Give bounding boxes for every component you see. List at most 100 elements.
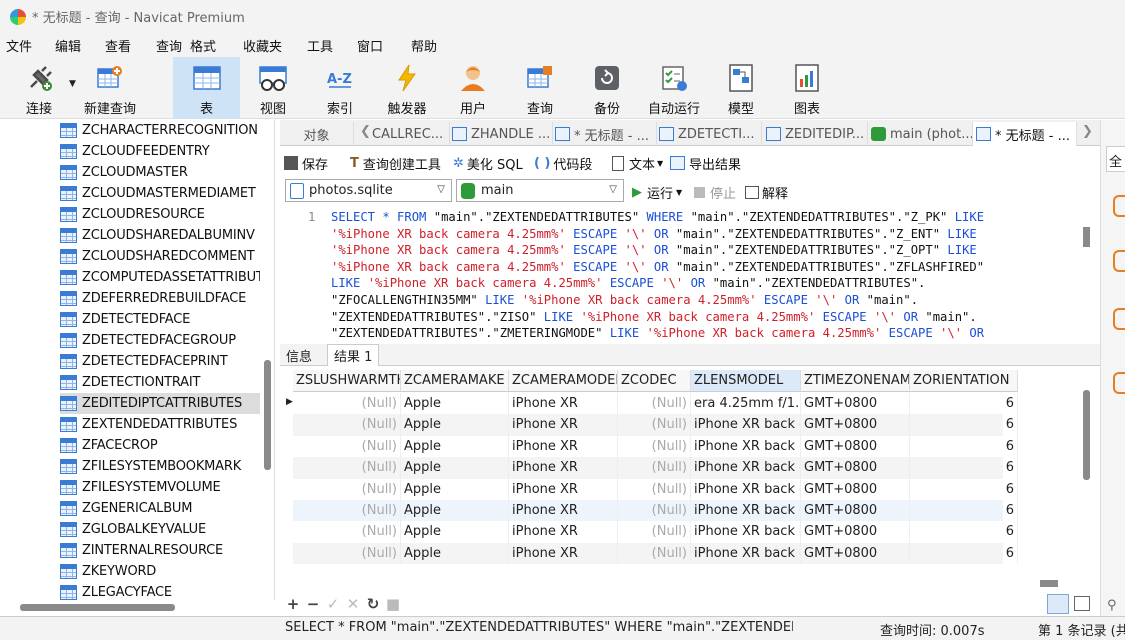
search-icon[interactable]: ⚲	[1107, 598, 1117, 613]
menu-view[interactable]: 查看	[105, 36, 131, 55]
grid-view-icon[interactable]	[1047, 594, 1069, 614]
tab-main-photos[interactable]: main (phot...	[868, 122, 973, 146]
delete-record-icon[interactable]: −	[303, 595, 323, 613]
right-panel-button[interactable]: 全	[1106, 146, 1125, 172]
table-cell[interactable]: (Null)	[618, 435, 691, 458]
menu-tools[interactable]: 工具	[307, 36, 333, 55]
tree-item-table[interactable]: ZGLOBALKEYVALUE	[60, 519, 260, 540]
table-cell[interactable]: iPhone XR	[509, 542, 618, 565]
tree-item-table[interactable]: ZEXTENDEDATTRIBUTES	[60, 414, 260, 435]
tree-item-table-selected[interactable]: ZEDITEDIPTCATTRIBUTES	[60, 393, 260, 414]
table-cell[interactable]: 6	[910, 414, 1018, 436]
tree-horizontal-scrollbar[interactable]	[20, 604, 175, 611]
tree-item-table[interactable]: ZCLOUDRESOURCE	[60, 204, 260, 225]
tree-item-table[interactable]: ZKEYWORD	[60, 561, 260, 582]
info-card-icon[interactable]	[1113, 372, 1125, 394]
tab-untitled-query-1[interactable]: * 无标题 - ...	[553, 122, 657, 146]
tree-item-table[interactable]: ZCLOUDMASTER	[60, 162, 260, 183]
column-header[interactable]: ZLENSMODEL	[691, 370, 801, 392]
table-cell[interactable]: 6	[910, 457, 1018, 479]
table-cell[interactable]: GMT+0800	[801, 500, 910, 522]
table-cell[interactable]: iPhone XR	[509, 500, 618, 522]
tree-item-table[interactable]: ZDEFERREDREBUILDFACE	[60, 288, 260, 309]
tab-zeditedip[interactable]: ZEDITEDIP...	[762, 122, 868, 146]
info-card-icon[interactable]	[1113, 250, 1125, 272]
table-cell[interactable]: iPhone XR	[509, 521, 618, 543]
text-mode-button[interactable]: 文本 ▼	[612, 150, 663, 176]
toolbar-autorun-button[interactable]: 自动运行	[643, 57, 705, 119]
table-cell[interactable]: (Null)	[293, 521, 401, 543]
toolbar-query-button[interactable]: 查询	[510, 57, 570, 119]
table-cell[interactable]: 6	[910, 478, 1018, 500]
table-cell[interactable]: iPhone XR	[509, 457, 618, 479]
menu-window[interactable]: 窗口	[357, 36, 383, 55]
query-builder-button[interactable]: T 查询创建工具	[350, 150, 441, 176]
table-cell[interactable]: (Null)	[293, 542, 401, 565]
database-select[interactable]: photos.sqlite ▽	[285, 179, 452, 202]
apply-changes-icon[interactable]: ✓	[323, 595, 343, 613]
column-header[interactable]: ZCAMERAMODEL	[509, 370, 618, 392]
tree-item-table[interactable]: ZFILESYSTEMVOLUME	[60, 477, 260, 498]
column-header[interactable]: ZORIENTATION	[910, 370, 1018, 392]
table-cell[interactable]: 6	[910, 521, 1018, 543]
schema-select[interactable]: main ▽	[456, 179, 624, 202]
table-cell[interactable]: (Null)	[618, 478, 691, 500]
tree-vertical-scrollbar[interactable]	[264, 360, 271, 470]
table-cell[interactable]: iPhone XR back c	[691, 542, 801, 565]
table-cell[interactable]: iPhone XR back c	[691, 435, 801, 458]
tree-item-table[interactable]: ZCOMPUTEDASSETATTRIBUT	[60, 267, 260, 288]
menu-favorites[interactable]: 收藏夹	[243, 36, 282, 55]
table-cell[interactable]: iPhone XR	[509, 414, 618, 436]
table-cell[interactable]: Apple	[401, 393, 509, 415]
toolbar-model-button[interactable]: 模型	[711, 57, 771, 119]
tab-result-1[interactable]: 结果 1	[327, 344, 380, 366]
column-header[interactable]: ZSLUSHWARMTH	[293, 370, 401, 392]
toolbar-index-button[interactable]: A-Z 索引	[310, 57, 370, 119]
menu-format[interactable]: 格式	[190, 36, 216, 55]
table-cell[interactable]: iPhone XR back c	[691, 500, 801, 522]
tree-item-table[interactable]: ZDETECTEDFACE	[60, 309, 260, 330]
refresh-icon[interactable]: ↻	[363, 595, 383, 613]
toolbar-backup-button[interactable]: 备份	[577, 57, 637, 119]
table-cell[interactable]: iPhone XR back c	[691, 414, 801, 436]
table-cell[interactable]: GMT+0800	[801, 393, 910, 415]
table-cell[interactable]: GMT+0800	[801, 414, 910, 436]
table-cell[interactable]: (Null)	[618, 542, 691, 565]
column-header[interactable]: ZTIMEZONENAME	[801, 370, 910, 392]
table-cell[interactable]: (Null)	[293, 435, 401, 458]
toolbar-trigger-button[interactable]: 触发器	[377, 57, 437, 119]
tree-item-table[interactable]: ZDETECTEDFACEPRINT	[60, 351, 260, 372]
table-cell[interactable]: (Null)	[293, 457, 401, 479]
sql-editor[interactable]: 1 SELECT * FROM "main"."ZEXTENDEDATTRIBU…	[300, 207, 1095, 341]
table-cell[interactable]: iPhone XR	[509, 393, 618, 415]
tree-item-table[interactable]: ZCLOUDMASTERMEDIAMET	[60, 183, 260, 204]
table-cell[interactable]: (Null)	[618, 457, 691, 479]
code-snippet-button[interactable]: ( ) 代码段	[534, 150, 592, 176]
column-header[interactable]: ZCODEC	[618, 370, 691, 392]
toolbar-view-button[interactable]: 视图	[243, 57, 303, 119]
table-cell[interactable]: (Null)	[293, 500, 401, 522]
menu-file[interactable]: 文件	[6, 36, 32, 55]
toolbar-new-query-button[interactable]: 新建查询	[80, 57, 140, 119]
toolbar-connect-button[interactable]: 连接	[8, 57, 72, 119]
info-card-icon[interactable]	[1113, 308, 1125, 330]
table-cell[interactable]: era 4.25mm f/1.8	[691, 393, 801, 415]
table-cell[interactable]: (Null)	[293, 414, 401, 436]
discard-changes-icon[interactable]: ✕	[343, 595, 363, 613]
tree-item-table[interactable]: ZGENERICALBUM	[60, 498, 260, 519]
tree-item-table[interactable]: ZLEGACYFACE	[60, 582, 260, 600]
grid-horizontal-scrollbar[interactable]	[1040, 580, 1058, 587]
run-button[interactable]: ▶ 运行 ▼	[632, 179, 682, 205]
table-cell[interactable]: iPhone XR	[509, 478, 618, 500]
table-cell[interactable]: Apple	[401, 542, 509, 565]
table-cell[interactable]: (Null)	[293, 393, 401, 415]
table-cell[interactable]: iPhone XR back c	[691, 478, 801, 500]
tree-item-table[interactable]: ZCLOUDSHAREDALBUMINV	[60, 225, 260, 246]
table-cell[interactable]: GMT+0800	[801, 435, 910, 458]
tab-scroll-left-icon[interactable]: ❮	[360, 124, 371, 139]
tree-item-table[interactable]: ZCLOUDFEEDENTRY	[60, 141, 260, 162]
tab-scroll-right-icon[interactable]: ❯	[1082, 124, 1093, 139]
form-view-icon[interactable]	[1074, 596, 1090, 611]
table-cell[interactable]: iPhone XR back c	[691, 457, 801, 479]
tree-item-table[interactable]: ZINTERNALRESOURCE	[60, 540, 260, 561]
